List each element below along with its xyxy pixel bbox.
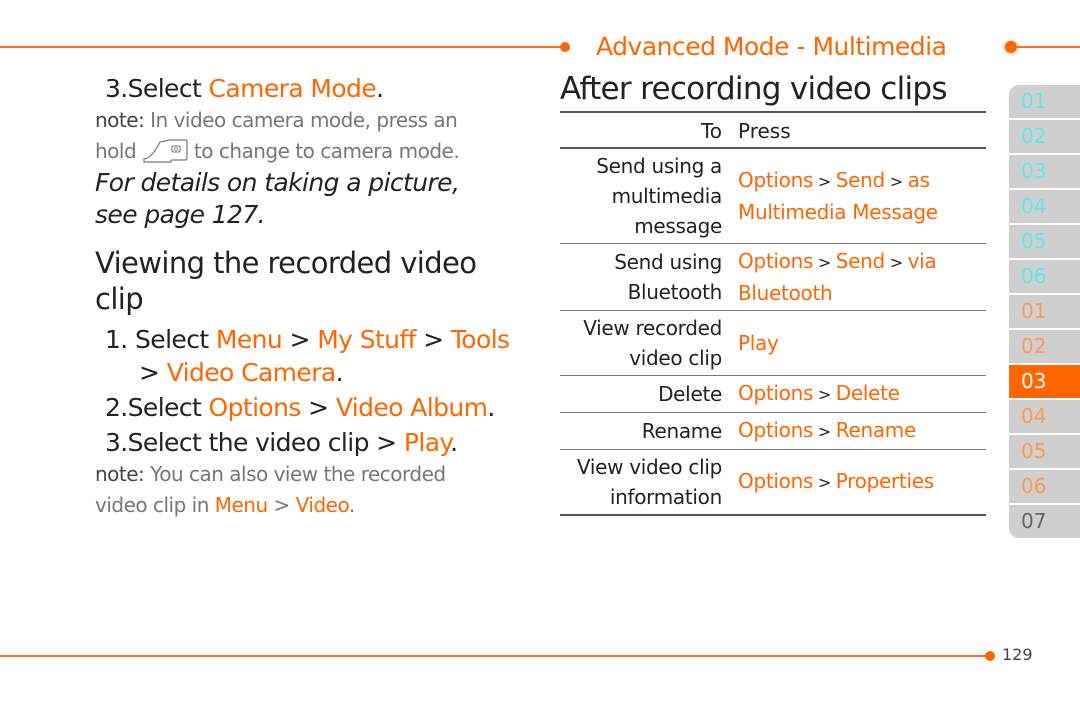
note-video-link[interactable]: Video (296, 493, 350, 517)
step-1: 1. Select Menu > My Stuff > Tools > Vide… (105, 325, 510, 387)
table-row: Rename Options > Rename (560, 412, 986, 450)
cell-to: View video clip information (576, 455, 722, 509)
header-rule-right (1016, 46, 1080, 48)
press-separator: > (813, 473, 836, 492)
section-heading: Viewing the recorded video clip (95, 246, 477, 316)
table-row: View recorded video clip Play (560, 310, 986, 376)
cell-to: Send using a multimedia message (560, 148, 738, 244)
col-to: To (560, 112, 738, 149)
cell-press: Options > Rename (738, 412, 986, 450)
my-stuff-link[interactable]: My Stuff (317, 325, 416, 354)
left-column: 3.Select Camera Mode. note: In video cam… (95, 72, 515, 521)
press-separator: > (813, 253, 836, 272)
table-row: Send using Bluetooth Options > Send > via… (560, 243, 986, 311)
chapter-tab-6[interactable]: 06 (1009, 260, 1080, 293)
press-option[interactable]: Options (738, 469, 813, 493)
chapter-tab-8[interactable]: 02 (1009, 330, 1080, 363)
chapter-tab-4[interactable]: 04 (1009, 190, 1080, 223)
chapter-tab-5[interactable]: 05 (1009, 225, 1080, 258)
cell-to: Send using Bluetooth (560, 243, 738, 311)
note-camera: note: In video camera mode, press an hol… (95, 108, 460, 163)
press-option[interactable]: Rename (836, 418, 917, 442)
chapter-tab-7[interactable]: 01 (1009, 295, 1080, 328)
chapter-tab-3[interactable]: 03 (1009, 155, 1080, 188)
press-separator: > (884, 172, 908, 191)
press-option[interactable]: Play (738, 331, 779, 355)
press-option[interactable]: Send (836, 249, 885, 273)
table-title: After recording video clips (560, 71, 948, 107)
chapter-tab-9[interactable]: 03 (1009, 365, 1080, 398)
camera-key-icon (143, 139, 188, 163)
video-album-link[interactable]: Video Album (336, 393, 488, 422)
press-separator: > (813, 172, 836, 191)
step-2: 2.Select Options > Video Album. (105, 393, 495, 422)
page-number: 129 (1002, 645, 1033, 664)
press-option[interactable]: Options (738, 249, 813, 273)
table-row: Delete Options > Delete (560, 375, 986, 413)
page-reference: For details on taking a picture, see pag… (95, 168, 460, 229)
cell-to: Delete (560, 375, 738, 413)
cell-press: Options > Delete (738, 375, 986, 413)
table-row: View video clip information Options > Pro… (560, 450, 986, 516)
press-separator: > (884, 253, 908, 272)
press-option[interactable]: Options (738, 418, 813, 442)
chapter-tab-12[interactable]: 06 (1009, 470, 1080, 503)
chapter-tab-13[interactable]: 07 (1009, 505, 1080, 538)
chapter-tab-11[interactable]: 05 (1009, 435, 1080, 468)
cell-press: Play (738, 310, 986, 376)
chapter-tab-10[interactable]: 04 (1009, 400, 1080, 433)
press-option[interactable]: Delete (836, 381, 900, 405)
cell-to: View recorded video clip (560, 310, 738, 376)
steps-list: 1. Select Menu > My Stuff > Tools > Vide… (95, 323, 515, 459)
press-option[interactable]: Options (738, 168, 813, 192)
footer-dot (985, 651, 995, 661)
chapter-tab-1[interactable]: 01 (1009, 85, 1080, 118)
step-camera-mode: 3.Select Camera Mode. (105, 74, 384, 103)
footer-rule (0, 655, 988, 657)
header-rule-left (0, 46, 565, 48)
header-dot-left (560, 42, 570, 52)
note-menu-link[interactable]: Menu (215, 493, 268, 517)
cell-press: Options > Send > as Multimedia Message (738, 148, 986, 244)
cell-press: Options > Properties (738, 450, 986, 516)
press-separator: > (813, 385, 836, 404)
play-link[interactable]: Play (404, 428, 451, 457)
video-camera-link[interactable]: Video Camera (167, 358, 337, 387)
press-separator: > (813, 422, 836, 441)
press-option[interactable]: Properties (836, 469, 934, 493)
section-title: Advanced Mode - Multimedia (596, 32, 947, 61)
chapter-tab-2[interactable]: 02 (1009, 120, 1080, 153)
chapter-tabs: 01 02 03 04 05 06 01 02 03 04 05 06 07 (1009, 85, 1080, 540)
note-video: note: You can also view the recorded vid… (95, 462, 446, 517)
cell-to: Rename (560, 412, 738, 450)
press-option[interactable]: Options (738, 381, 813, 405)
cell-press: Options > Send > via Bluetooth (738, 243, 986, 311)
camera-mode-link[interactable]: Camera Mode (209, 74, 377, 103)
press-option[interactable]: Send (836, 168, 885, 192)
col-press: Press (738, 112, 986, 149)
menu-link[interactable]: Menu (216, 325, 283, 354)
table-row: Send using a multimedia message Options >… (560, 148, 986, 244)
options-link[interactable]: Options (209, 393, 302, 422)
tools-link[interactable]: Tools (451, 325, 510, 354)
step-3: 3.Select the video clip > Play. (105, 428, 458, 457)
actions-table: To Press Send using a multimedia message… (560, 111, 986, 516)
